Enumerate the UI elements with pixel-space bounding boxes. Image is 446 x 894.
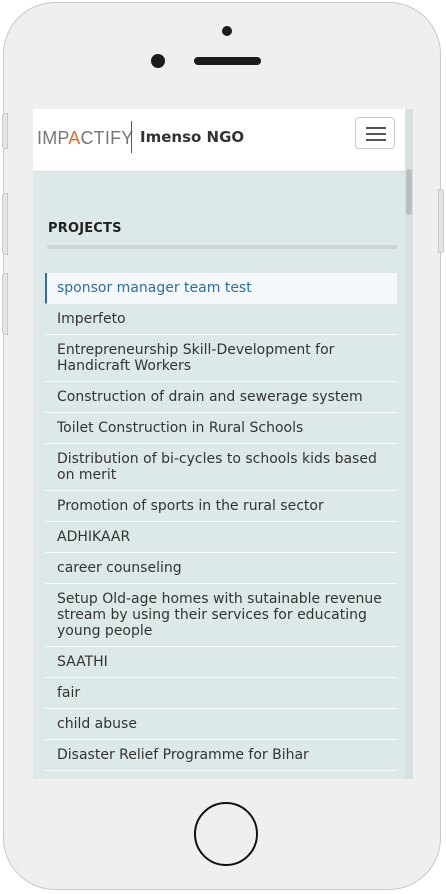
scrollbar[interactable] bbox=[405, 109, 413, 779]
proximity-sensor bbox=[151, 54, 165, 68]
mute-switch bbox=[2, 113, 8, 149]
logo-divider bbox=[131, 121, 132, 153]
project-list-item[interactable]: Promotion of sports in the rural sector bbox=[45, 491, 397, 522]
home-button[interactable] bbox=[194, 802, 258, 866]
project-list-item[interactable]: Setup Old-age homes with sutainable reve… bbox=[45, 584, 397, 647]
project-list-item[interactable]: SAATHI bbox=[45, 647, 397, 678]
section-divider bbox=[47, 245, 397, 249]
volume-down-button bbox=[2, 273, 8, 335]
projects-heading: PROJECTS bbox=[48, 221, 122, 236]
project-list-item[interactable]: child abuse bbox=[45, 709, 397, 740]
project-list-item[interactable]: Disaster Relief Programme for Bihar bbox=[45, 740, 397, 771]
front-camera bbox=[222, 26, 232, 36]
volume-up-button bbox=[2, 193, 8, 255]
project-list-item[interactable]: fair bbox=[45, 678, 397, 709]
project-list-item[interactable]: Distribution of bi-cycles to schools kid… bbox=[45, 444, 397, 491]
project-list-item[interactable]: career counseling bbox=[45, 553, 397, 584]
project-list-item[interactable]: ADHIKAAR bbox=[45, 522, 397, 553]
project-list-item[interactable]: Imperfeto bbox=[45, 304, 397, 335]
power-button bbox=[438, 189, 444, 253]
project-list-item[interactable]: Toilet Construction in Rural Schools bbox=[45, 413, 397, 444]
menu-toggle-button[interactable] bbox=[355, 117, 395, 149]
project-list-item[interactable]: Construction of drain and sewerage syste… bbox=[45, 382, 397, 413]
screen: IMPACTIFY Imenso NGO PROJECTS sponsor ma… bbox=[33, 109, 413, 779]
scrollbar-thumb[interactable] bbox=[406, 169, 412, 215]
navbar: IMPACTIFY Imenso NGO bbox=[33, 109, 405, 172]
project-list-item[interactable]: sponsor manager team test bbox=[45, 273, 397, 304]
project-list: sponsor manager team test Imperfeto Entrep… bbox=[45, 273, 397, 771]
earpiece-speaker bbox=[194, 57, 261, 65]
project-list-item[interactable]: Entrepreneurship Skill-Development for H… bbox=[45, 335, 397, 382]
impactify-logo[interactable]: IMPACTIFY bbox=[37, 128, 133, 149]
org-name[interactable]: Imenso NGO bbox=[140, 128, 244, 146]
